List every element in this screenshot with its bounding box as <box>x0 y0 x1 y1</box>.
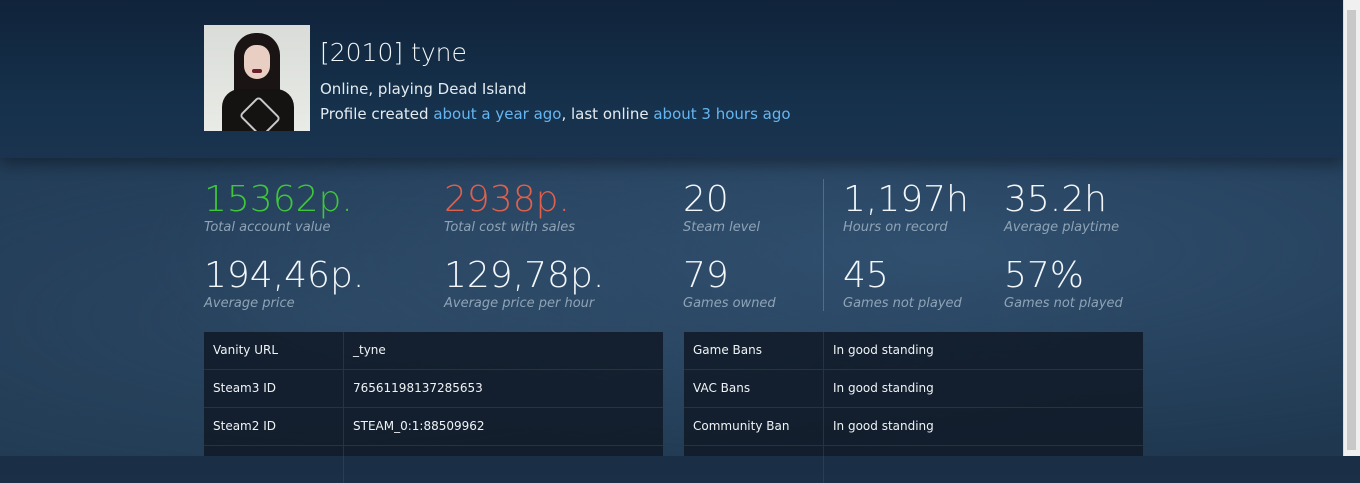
stat-value: 194,46p. <box>204 255 365 296</box>
stat-value: 79 <box>683 255 729 296</box>
table-key: Steam2 ID <box>204 408 344 445</box>
stat-games-owned: 79 Games owned <box>683 256 776 312</box>
stat-value: 15362p. <box>204 179 353 220</box>
profile-status: Online, playing Dead Island <box>320 80 527 98</box>
table-value: In good standing <box>833 343 934 357</box>
table-value[interactable]: 76561198137285653 <box>344 370 483 407</box>
avatar-face <box>244 45 270 79</box>
table-row: Vanity URL _tyne <box>204 332 663 370</box>
stat-total-account-value: 15362p. Total account value <box>204 180 353 236</box>
scrollbar-thumb[interactable] <box>1347 10 1356 450</box>
table-row: Game Bans In good standing <box>684 332 1143 370</box>
stat-label: Total account value <box>204 220 331 235</box>
stat-average-price: 194,46p. Average price <box>204 256 364 312</box>
stats-divider <box>823 179 824 311</box>
stat-value: 129,78p. <box>444 255 605 296</box>
table-key: Game Bans <box>684 332 824 369</box>
stat-value: 35.2h <box>1004 179 1107 220</box>
stat-total-cost-with-sales: 2938p. Total cost with sales <box>444 180 575 236</box>
stat-steam-level: 20 Steam level <box>683 180 760 236</box>
vertical-scrollbar[interactable] <box>1343 0 1360 456</box>
stat-value: 2938p. <box>444 179 570 220</box>
stat-label: Games not played <box>843 296 962 311</box>
table-key: Vanity URL <box>204 332 344 369</box>
stat-label: Games owned <box>683 296 776 311</box>
stat-label: Average price per hour <box>444 296 595 311</box>
table-key-empty <box>684 446 824 483</box>
table-value-empty <box>824 446 833 483</box>
stat-hours-on-record: 1,197h Hours on record <box>843 180 969 236</box>
table-row <box>204 446 663 483</box>
avatar[interactable] <box>204 25 310 131</box>
table-row: Community Ban In good standing <box>684 408 1143 446</box>
bans-table: Game Bans In good standing VAC Bans In g… <box>684 332 1143 483</box>
stat-average-price-per-hour: 129,78p. Average price per hour <box>444 256 604 312</box>
stat-label: Average playtime <box>1004 220 1120 235</box>
stat-label: Steam level <box>683 220 761 235</box>
table-row: Steam2 ID STEAM_0:1:88509962 <box>204 408 663 446</box>
table-value-empty <box>344 446 353 483</box>
stat-value: 57% <box>1004 255 1085 296</box>
stat-value: 20 <box>683 179 729 220</box>
stat-label: Hours on record <box>843 220 948 235</box>
stat-label: Games not played <box>1004 296 1123 311</box>
last-online-link[interactable]: about 3 hours ago <box>653 105 790 123</box>
stat-average-playtime: 35.2h Average playtime <box>1004 180 1119 236</box>
stat-label: Total cost with sales <box>444 220 576 235</box>
stat-games-not-played-count: 45 Games not played <box>843 256 962 312</box>
stat-label: Average price <box>204 296 295 311</box>
table-value[interactable]: _tyne <box>344 332 386 369</box>
table-key: VAC Bans <box>684 370 824 407</box>
profile-name: [2010] tyne <box>320 38 467 67</box>
created-prefix: Profile created <box>320 105 434 123</box>
table-row: Steam3 ID 76561198137285653 <box>204 370 663 408</box>
table-value: In good standing <box>833 419 934 433</box>
profile-header <box>0 0 1344 158</box>
profile-created-line: Profile created about a year ago, last o… <box>320 105 791 123</box>
stat-games-not-played-percent: 57% Games not played <box>1004 256 1123 312</box>
last-online-prefix: , last online <box>561 105 654 123</box>
stat-value: 1,197h <box>843 179 969 220</box>
created-ago-link[interactable]: about a year ago <box>433 105 561 123</box>
table-row: VAC Bans In good standing <box>684 370 1143 408</box>
avatar-lips <box>252 69 262 73</box>
stat-value: 45 <box>843 255 889 296</box>
steam-ids-table: Vanity URL _tyne Steam3 ID 7656119813728… <box>204 332 663 483</box>
table-value: In good standing <box>833 381 934 395</box>
table-key-empty <box>204 446 344 483</box>
table-row <box>684 446 1143 483</box>
table-key: Community Ban <box>684 408 824 445</box>
table-value[interactable]: STEAM_0:1:88509962 <box>344 408 485 445</box>
table-key: Steam3 ID <box>204 370 344 407</box>
